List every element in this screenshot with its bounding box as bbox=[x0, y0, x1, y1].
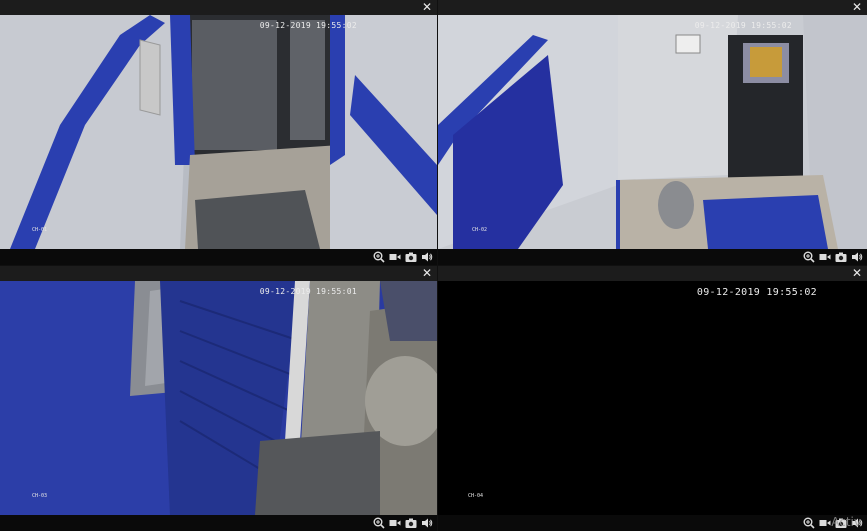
close-icon[interactable]: ✕ bbox=[421, 266, 433, 281]
zoom-icon[interactable] bbox=[373, 250, 385, 263]
video-feed-image bbox=[438, 15, 867, 249]
tile-titlebar: ✕ bbox=[0, 266, 437, 281]
camera-label-overlay: CH-04 bbox=[468, 493, 484, 499]
camera-tile-4[interactable]: ✕ 09-12-2019 19:55:02 CH-04 Activ bbox=[438, 266, 867, 531]
record-icon[interactable] bbox=[819, 516, 831, 529]
zoom-icon[interactable] bbox=[373, 516, 385, 529]
camera-tile-2[interactable]: ✕ 09-12-2019 19:55:02 CH-02 bbox=[438, 0, 867, 265]
tile-titlebar: ✕ bbox=[0, 0, 437, 15]
record-icon[interactable] bbox=[389, 250, 401, 263]
snapshot-icon[interactable] bbox=[405, 250, 417, 263]
timestamp-overlay: 09-12-2019 19:55:02 bbox=[694, 21, 792, 30]
video-view[interactable]: 09-12-2019 19:55:01 CH-03 bbox=[0, 281, 437, 515]
camera-tile-3[interactable]: ✕ 09-12-2019 19:55:01 CH-03 bbox=[0, 266, 437, 531]
tile-toolbar bbox=[438, 515, 867, 531]
snapshot-icon[interactable] bbox=[835, 250, 847, 263]
activation-watermark: Activ bbox=[831, 515, 861, 529]
audio-icon[interactable] bbox=[421, 250, 433, 263]
timestamp-overlay: 09-12-2019 19:55:02 bbox=[259, 21, 357, 30]
camera-tile-1[interactable]: ✕ 09-12-2019 19:55:02 CH-01 bbox=[0, 0, 437, 265]
audio-icon[interactable] bbox=[421, 516, 433, 529]
tile-titlebar: ✕ bbox=[438, 0, 867, 15]
video-feed-image bbox=[0, 281, 437, 515]
close-icon[interactable]: ✕ bbox=[421, 0, 433, 15]
record-icon[interactable] bbox=[389, 516, 401, 529]
record-icon[interactable] bbox=[819, 250, 831, 263]
video-feed-image bbox=[0, 15, 437, 249]
close-icon[interactable]: ✕ bbox=[851, 0, 863, 15]
video-view[interactable]: 09-12-2019 19:55:02 CH-04 bbox=[438, 281, 867, 515]
audio-icon[interactable] bbox=[851, 250, 863, 263]
tile-toolbar bbox=[0, 515, 437, 531]
close-icon[interactable]: ✕ bbox=[851, 266, 863, 281]
video-view[interactable]: 09-12-2019 19:55:02 CH-01 bbox=[0, 15, 437, 249]
camera-label-overlay: CH-01 bbox=[32, 227, 48, 233]
tile-toolbar bbox=[438, 249, 867, 265]
camera-label-overlay: CH-03 bbox=[32, 493, 48, 499]
zoom-icon[interactable] bbox=[803, 516, 815, 529]
tile-toolbar bbox=[0, 249, 437, 265]
camera-label-overlay: CH-02 bbox=[472, 227, 488, 233]
snapshot-icon[interactable] bbox=[405, 516, 417, 529]
video-view[interactable]: 09-12-2019 19:55:02 CH-02 bbox=[438, 15, 867, 249]
tile-titlebar: ✕ bbox=[438, 266, 867, 281]
timestamp-overlay: 09-12-2019 19:55:01 bbox=[259, 287, 357, 296]
zoom-icon[interactable] bbox=[803, 250, 815, 263]
timestamp-overlay: 09-12-2019 19:55:02 bbox=[696, 287, 817, 298]
video-feed-image bbox=[438, 281, 867, 515]
